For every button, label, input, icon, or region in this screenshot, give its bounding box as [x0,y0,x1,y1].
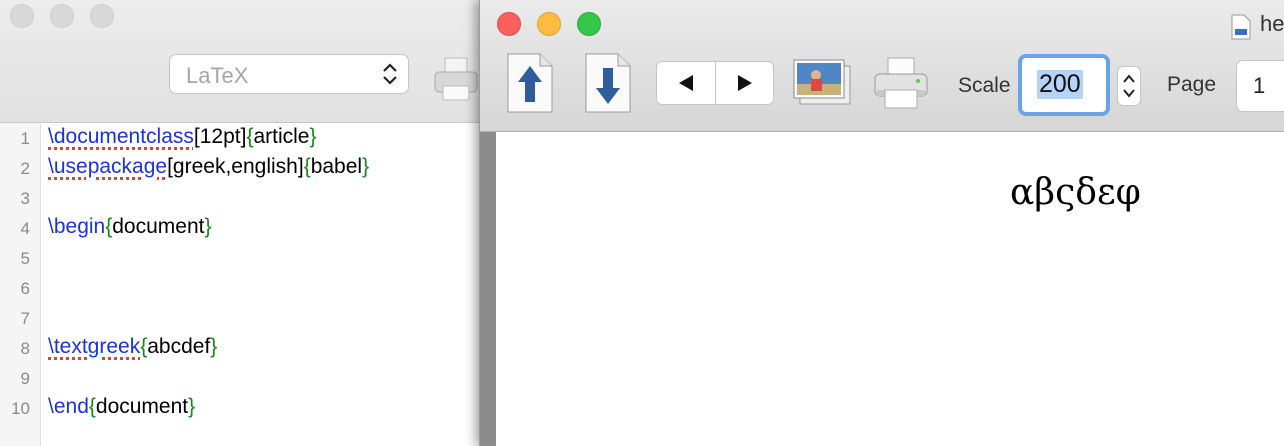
brace: } [362,155,370,178]
code-text: [greek,english] [167,155,304,178]
close-button[interactable] [497,12,521,36]
chevron-updown-icon [1123,74,1135,98]
code-line[interactable]: \begin{document} [48,215,211,239]
typeset-engine-value: LaTeX [186,63,249,88]
brace: { [303,155,311,178]
page-input[interactable]: 1 [1236,60,1284,112]
chevron-updown-icon [383,63,397,85]
latex-command: \usepackage [48,155,168,178]
line-number: 2 [20,159,30,178]
minimize-button[interactable] [537,12,561,36]
next-page-button[interactable] [716,62,774,104]
line-number: 7 [20,309,30,328]
line-number: 9 [20,369,30,388]
document-icon [1231,14,1251,40]
latex-command: \textgreek [48,335,141,358]
arrow-down-document-icon[interactable] [584,52,632,114]
code-line[interactable]: \documentclass[12pt]{article} [48,125,317,149]
triangle-left-icon [679,75,693,91]
brace: } [188,395,196,418]
scale-stepper[interactable] [1117,66,1141,106]
brace: } [204,215,212,238]
preview-toolbar: he Scale 200 Page 1 [480,0,1284,132]
typeset-engine-select[interactable]: LaTeX [169,54,409,94]
pdf-preview-area[interactable]: αβςδεφ [480,132,1284,446]
line-number: 10 [11,399,30,418]
code-text: article [253,125,310,148]
line-number: 6 [20,279,30,298]
scale-value: 200 [1037,70,1083,99]
photo-icon[interactable] [792,58,852,108]
latex-command: \end [48,395,89,418]
code-text: document [112,215,205,238]
code-text: babel [310,155,363,178]
latex-command: \documentclass [48,125,194,148]
preview-window: he Scale 200 Page 1 αβςδεφ [479,0,1284,446]
code-text: [12pt] [193,125,247,148]
close-button-inactive[interactable] [10,4,34,28]
line-number: 4 [20,219,30,238]
line-number: 3 [20,189,30,208]
code-text: document [95,395,189,418]
scale-label: Scale [958,74,1011,97]
printer-icon[interactable] [432,56,480,104]
page-navigation-control [656,61,774,105]
page-value: 1 [1253,73,1266,98]
triangle-right-icon [738,75,752,91]
latex-command: \begin [48,215,106,238]
brace: { [88,395,96,418]
printer-icon[interactable] [872,56,930,110]
greek-output-text: αβςδεφ [1010,172,1141,213]
previous-page-button[interactable] [657,62,715,104]
code-line[interactable]: \end{document} [48,395,195,419]
window-title: he [1260,11,1284,36]
preview-margin [480,132,496,446]
arrow-up-document-icon[interactable] [506,52,554,114]
minimize-button-inactive[interactable] [50,4,74,28]
line-number: 8 [20,339,30,358]
page-label: Page [1167,73,1217,96]
code-text: abcdef [147,335,211,358]
code-line[interactable]: \usepackage[greek,english]{babel} [48,155,369,179]
zoom-button-inactive[interactable] [90,4,114,28]
line-number: 5 [20,249,30,268]
brace: } [309,125,317,148]
line-number: 1 [20,129,30,148]
line-number-gutter: 1 2 3 4 5 6 7 8 9 10 [0,123,41,446]
scale-input[interactable]: 200 [1018,54,1110,116]
brace: } [210,335,218,358]
zoom-button[interactable] [577,12,601,36]
code-line[interactable]: \textgreek{abcdef} [48,335,217,359]
